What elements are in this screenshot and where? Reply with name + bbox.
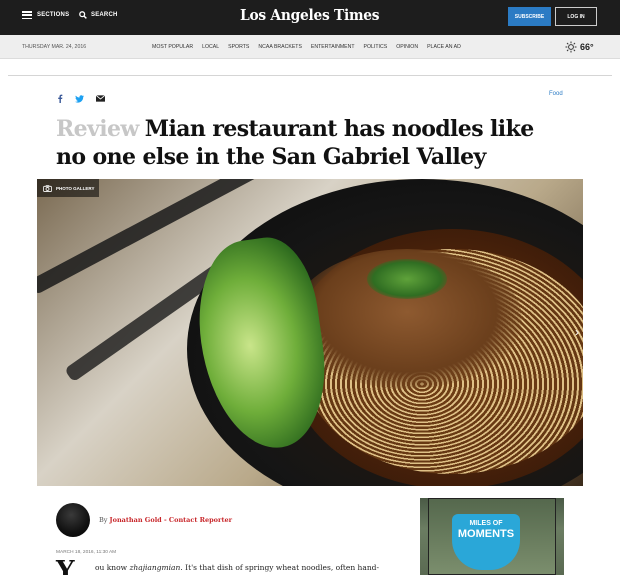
ad-line-2: MOMENTS — [457, 528, 515, 540]
email-icon[interactable] — [96, 95, 105, 102]
divider — [8, 75, 612, 76]
camera-icon — [43, 184, 52, 192]
publish-timestamp: MARCH 18, 2016, 11:30 AM — [56, 550, 117, 555]
share-bar — [57, 94, 117, 103]
drop-cap: Y — [56, 556, 75, 575]
hero-image[interactable]: PHOTO GALLERY › — [37, 179, 583, 486]
nav-link-entertainment[interactable]: ENTERTAINMENT — [311, 44, 355, 50]
nav-link-local[interactable]: LOCAL — [202, 44, 219, 50]
lead-text-cont: . It's that dish of springy wheat noodle… — [180, 563, 380, 572]
facebook-icon[interactable] — [57, 94, 63, 103]
subscribe-button[interactable]: SUBSCRIBE — [508, 7, 551, 26]
nav-link-opinion[interactable]: OPINION — [396, 44, 418, 50]
article-headline: Review Mian restaurant has noodles like n… — [56, 115, 566, 171]
byline-prefix: By — [99, 516, 108, 524]
nav-link-ncaa-brackets[interactable]: NCAA BRACKETS — [258, 44, 302, 50]
chevron-right-icon[interactable]: › — [575, 325, 579, 339]
nav-link-most-popular[interactable]: MOST POPULAR — [152, 44, 193, 50]
lead-paragraph: ou know zhajiangmian. It's that dish of … — [95, 563, 395, 572]
nav-link-politics[interactable]: POLITICS — [364, 44, 388, 50]
login-button[interactable]: LOG IN — [555, 7, 597, 26]
temperature: 66° — [580, 42, 594, 52]
nav-bar: THURSDAY MAR. 24, 2016 MOST POPULAR LOCA… — [0, 35, 620, 59]
scallion-garnish — [367, 259, 447, 299]
author-avatar[interactable] — [56, 503, 90, 537]
primary-nav: MOST POPULAR LOCAL SPORTS NCAA BRACKETS … — [152, 44, 470, 50]
top-bar: SECTIONS SEARCH Los Angeles Times SUBSCR… — [0, 0, 620, 35]
weather-widget[interactable]: 66° — [565, 41, 594, 53]
lead-text: ou know — [95, 563, 130, 572]
review-kicker: Review — [56, 116, 139, 142]
twitter-icon[interactable] — [75, 94, 84, 103]
lead-italic: zhajiangmian — [129, 563, 181, 572]
byline: By Jonathan Gold - Contact Reporter — [99, 516, 232, 524]
ad-badge: MILES OF MOMENTS — [452, 514, 520, 570]
nav-link-place-an-ad[interactable]: PLACE AN AD — [427, 44, 461, 50]
current-date: THURSDAY MAR. 24, 2016 — [22, 44, 87, 50]
photo-gallery-label: PHOTO GALLERY — [56, 185, 95, 191]
sun-icon — [565, 41, 577, 53]
author-link[interactable]: Jonathan Gold - Contact Reporter — [110, 516, 232, 524]
ad-line-1: MILES OF — [469, 520, 503, 527]
section-tag[interactable]: Food — [549, 91, 563, 97]
photo-gallery-button[interactable]: PHOTO GALLERY — [37, 179, 99, 197]
advertisement[interactable]: MILES OF MOMENTS — [420, 498, 564, 575]
nav-link-sports[interactable]: SPORTS — [228, 44, 249, 50]
